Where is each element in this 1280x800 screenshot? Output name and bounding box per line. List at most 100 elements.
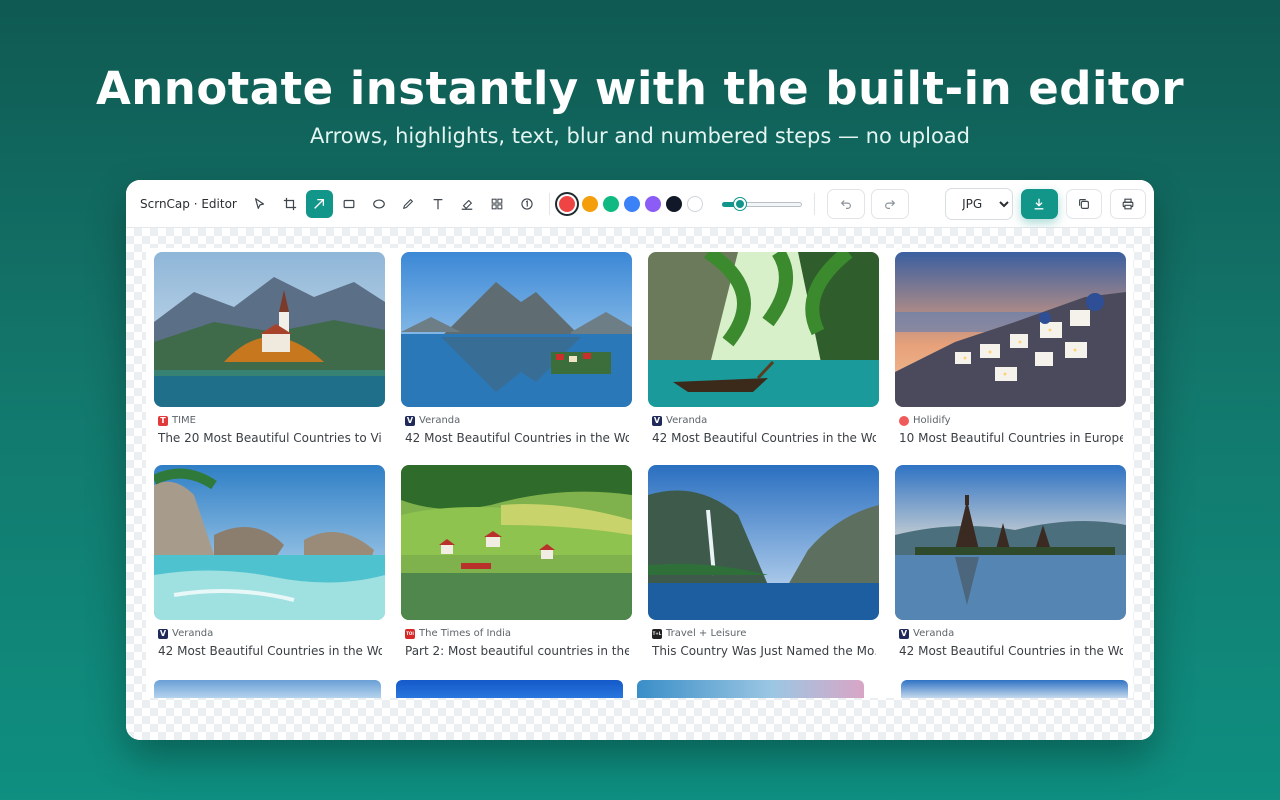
result-source: Holidify bbox=[895, 415, 1126, 426]
result-card[interactable]: T+L Travel + Leisure This Country Was Just… bbox=[648, 465, 879, 658]
partial-thumbnail bbox=[637, 680, 864, 698]
source-name: Veranda bbox=[913, 628, 955, 639]
text-tool[interactable] bbox=[425, 190, 452, 218]
format-select[interactable]: JPG bbox=[945, 187, 1014, 220]
result-source: V Veranda bbox=[895, 628, 1126, 639]
blur-tool[interactable] bbox=[484, 190, 511, 218]
source-favicon-icon: V bbox=[158, 628, 168, 639]
pen-icon bbox=[403, 198, 414, 209]
source-favicon-icon: T+L bbox=[652, 628, 662, 639]
source-favicon-icon: V bbox=[652, 415, 662, 426]
copy-button[interactable] bbox=[1065, 188, 1102, 219]
color-swatch[interactable] bbox=[644, 195, 661, 212]
color-swatch[interactable] bbox=[581, 195, 598, 212]
arrow-icon bbox=[314, 198, 325, 209]
color-swatch[interactable] bbox=[558, 195, 575, 212]
numbered-step-icon bbox=[520, 197, 533, 210]
step-tool[interactable] bbox=[513, 190, 540, 218]
redo-icon bbox=[885, 199, 896, 209]
printer-icon bbox=[1122, 198, 1134, 209]
result-thumbnail[interactable] bbox=[401, 465, 632, 620]
source-favicon-icon: V bbox=[405, 415, 415, 426]
result-card[interactable]: V Veranda 42 Most Beautiful Countries in t… bbox=[895, 465, 1126, 658]
toolbar-divider bbox=[548, 192, 550, 215]
pen-tool[interactable] bbox=[395, 190, 422, 218]
download-button[interactable] bbox=[1021, 188, 1058, 219]
editor-canvas[interactable]: T TIME The 20 Most Beautiful Countries to … bbox=[126, 228, 1154, 740]
source-name: The Times of India bbox=[419, 628, 511, 639]
text-icon bbox=[433, 198, 443, 209]
result-title[interactable]: The 20 Most Beautiful Countries to Visit bbox=[154, 431, 382, 445]
result-source: T+L Travel + Leisure bbox=[648, 628, 879, 639]
undo-button[interactable] bbox=[826, 188, 866, 219]
result-title[interactable]: 42 Most Beautiful Countries in the Wo… bbox=[648, 431, 876, 445]
source-name: Travel + Leisure bbox=[666, 628, 747, 639]
result-card[interactable]: TOI The Times of India Part 2: Most beauti… bbox=[401, 465, 632, 658]
copy-icon bbox=[1078, 198, 1089, 209]
crop-icon bbox=[283, 197, 296, 210]
result-title[interactable]: 42 Most Beautiful Countries in the Wo… bbox=[401, 431, 629, 445]
result-title[interactable]: This Country Was Just Named the Mo… bbox=[648, 644, 876, 658]
color-swatch[interactable] bbox=[665, 195, 682, 212]
screenshot-content[interactable]: T TIME The 20 Most Beautiful Countries to … bbox=[146, 248, 1133, 698]
grid-icon bbox=[491, 198, 503, 209]
arrow-tool[interactable] bbox=[306, 189, 333, 218]
result-card[interactable]: Holidify 10 Most Beautiful Countries in E… bbox=[895, 252, 1126, 445]
ellipse-icon bbox=[372, 198, 385, 209]
result-card[interactable]: T TIME The 20 Most Beautiful Countries to … bbox=[154, 252, 385, 445]
partial-thumbnail bbox=[154, 680, 381, 698]
result-title[interactable]: 42 Most Beautiful Countries in the Wo… bbox=[895, 644, 1123, 658]
cursor-icon bbox=[255, 197, 265, 209]
color-swatch[interactable] bbox=[602, 195, 619, 212]
redo-button[interactable] bbox=[871, 188, 910, 219]
source-name: TIME bbox=[172, 415, 197, 426]
color-palette bbox=[556, 195, 708, 212]
source-favicon-icon: T bbox=[158, 415, 168, 426]
result-source: V Veranda bbox=[648, 415, 879, 426]
rectangle-icon bbox=[343, 199, 355, 208]
undo-icon bbox=[840, 199, 851, 209]
print-button[interactable] bbox=[1109, 188, 1146, 219]
ellipse-tool[interactable] bbox=[365, 190, 392, 218]
result-card[interactable]: V Veranda 42 Most Beautiful Countries in t… bbox=[401, 252, 632, 445]
partial-thumbnail bbox=[901, 680, 1128, 698]
result-thumbnail[interactable] bbox=[648, 252, 879, 407]
partial-thumbnail bbox=[396, 680, 623, 698]
result-source: V Veranda bbox=[154, 628, 385, 639]
result-thumbnail[interactable] bbox=[154, 252, 385, 407]
result-thumbnail[interactable] bbox=[895, 465, 1126, 620]
source-name: Veranda bbox=[172, 628, 214, 639]
result-title[interactable]: Part 2: Most beautiful countries in the … bbox=[401, 644, 629, 658]
result-thumbnail[interactable] bbox=[401, 252, 632, 407]
crop-tool[interactable] bbox=[276, 190, 303, 218]
result-title[interactable]: 42 Most Beautiful Countries in the Wo… bbox=[154, 644, 382, 658]
result-source: T TIME bbox=[154, 415, 385, 426]
slider-thumb[interactable] bbox=[733, 197, 746, 210]
toolbar-divider bbox=[813, 192, 815, 215]
source-favicon-icon bbox=[899, 415, 909, 426]
source-favicon-icon: V bbox=[899, 628, 909, 639]
app-title: ScrnCap · Editor bbox=[140, 196, 237, 211]
result-thumbnail[interactable] bbox=[154, 465, 385, 620]
hero-subtitle: Arrows, highlights, text, blur and numbe… bbox=[310, 124, 970, 148]
result-source: V Veranda bbox=[401, 415, 632, 426]
rectangle-tool[interactable] bbox=[336, 190, 363, 218]
download-icon bbox=[1035, 198, 1044, 209]
highlighter-icon bbox=[462, 199, 473, 210]
source-name: Veranda bbox=[419, 415, 461, 426]
highlighter-tool[interactable] bbox=[454, 190, 481, 218]
result-card[interactable]: V Veranda 42 Most Beautiful Countries in t… bbox=[648, 252, 879, 445]
color-swatch[interactable] bbox=[686, 195, 703, 212]
hero-title: Annotate instantly with the built-in edi… bbox=[95, 62, 1185, 115]
editor-toolbar: ScrnCap · Editor JPG bbox=[126, 180, 1154, 228]
result-title[interactable]: 10 Most Beautiful Countries in Europe bbox=[895, 431, 1123, 445]
source-name: Veranda bbox=[666, 415, 708, 426]
result-thumbnail[interactable] bbox=[895, 252, 1126, 407]
result-card[interactable]: V Veranda 42 Most Beautiful Countries in t… bbox=[154, 465, 385, 658]
result-thumbnail[interactable] bbox=[648, 465, 879, 620]
editor-window: ScrnCap · Editor JPG T TIME The 20 Most … bbox=[126, 180, 1154, 740]
select-tool[interactable] bbox=[247, 190, 274, 218]
source-favicon-icon: TOI bbox=[405, 628, 415, 639]
stroke-width-slider[interactable] bbox=[721, 196, 802, 212]
color-swatch[interactable] bbox=[623, 195, 640, 212]
